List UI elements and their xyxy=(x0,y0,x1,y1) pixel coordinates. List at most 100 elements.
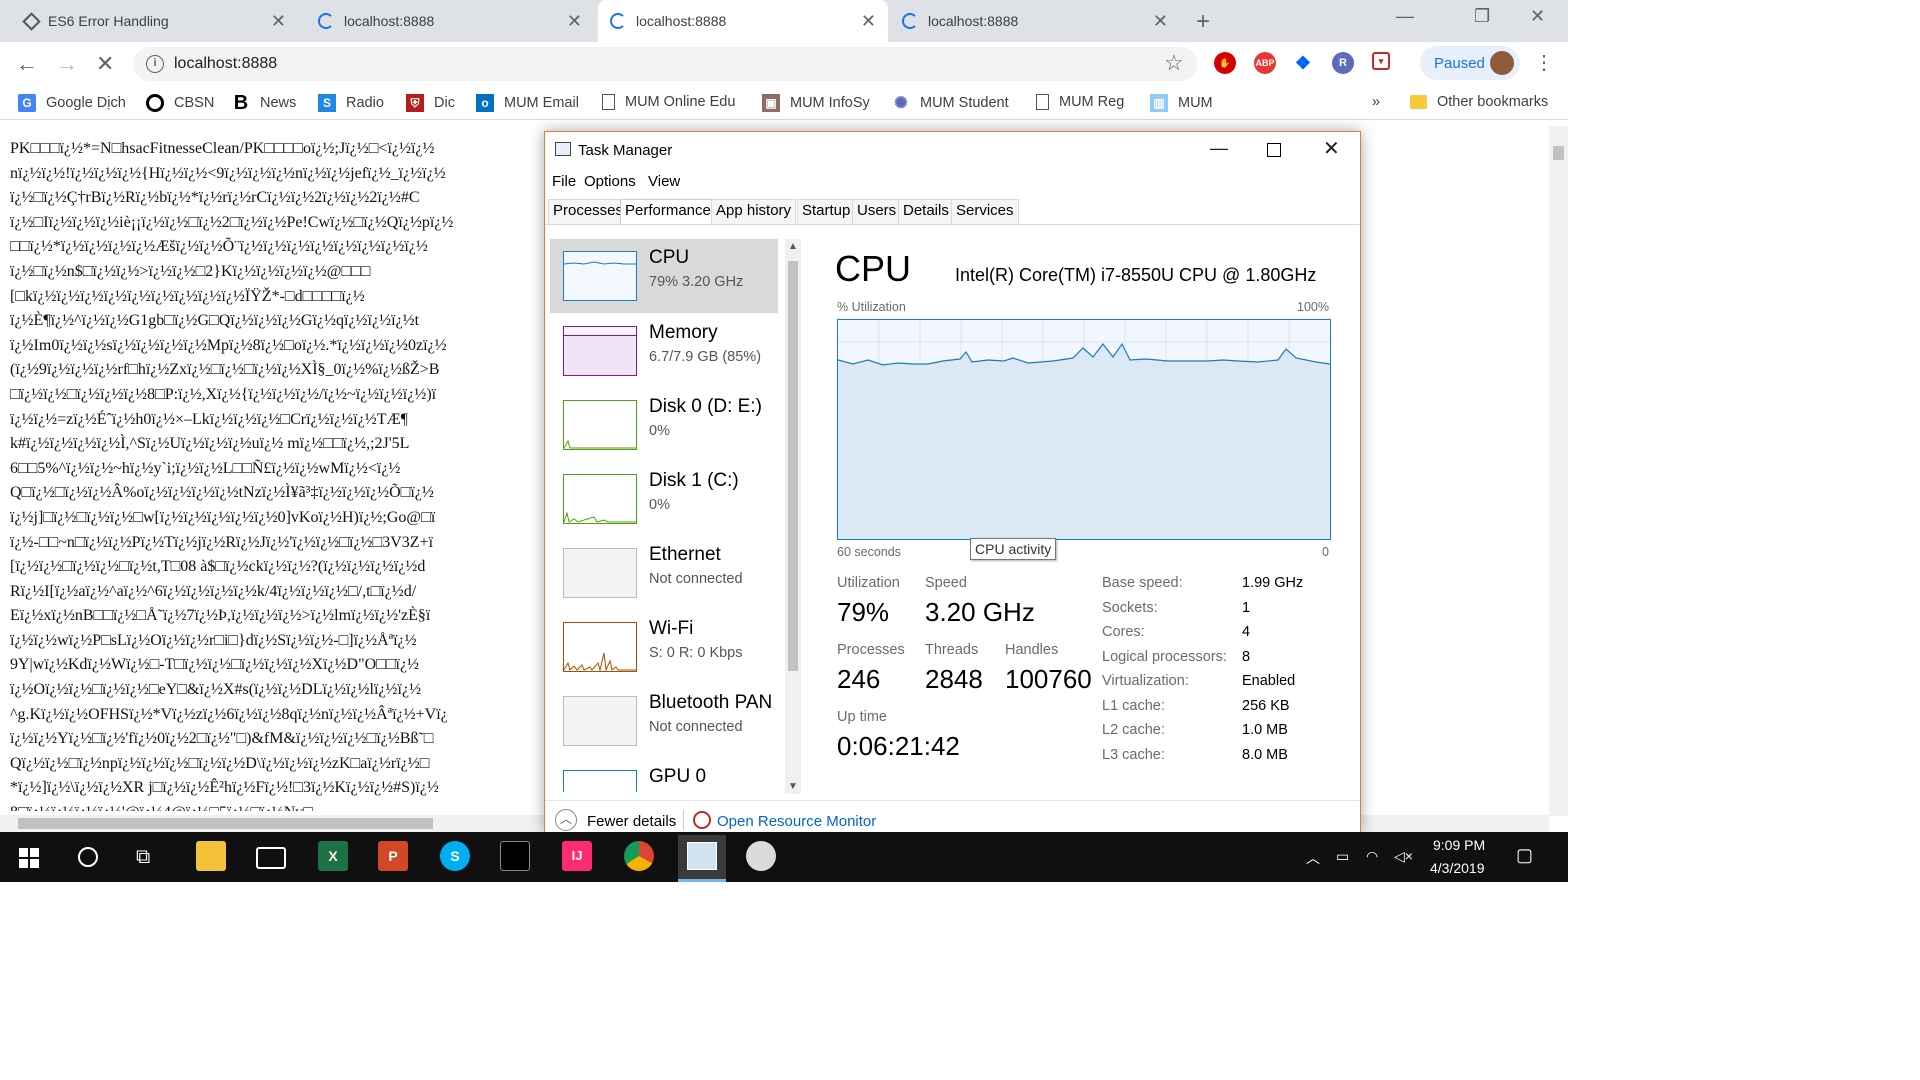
tab-app-history[interactable]: App history xyxy=(711,199,797,224)
stat-speed: 3.20 GHz xyxy=(925,597,1035,627)
wifi-icon[interactable]: ◠ xyxy=(1366,848,1378,865)
mail-icon[interactable] xyxy=(256,847,286,869)
minimize-icon[interactable]: — xyxy=(1396,6,1414,27)
tab-localhost-3[interactable]: localhost:8888 ✕ xyxy=(890,0,1180,42)
sidebar-item-disk1[interactable]: Disk 1 (C:) 0% xyxy=(550,462,778,536)
powerpoint-icon[interactable]: P xyxy=(378,841,408,871)
sidebar-scroll-thumb[interactable] xyxy=(788,261,798,671)
scroll-thumb[interactable] xyxy=(1553,146,1564,160)
memory-thumbnail xyxy=(563,326,637,376)
menu-options[interactable]: Options xyxy=(584,173,636,190)
task-manager-taskbar-button[interactable] xyxy=(678,835,726,882)
chevron-up-icon[interactable]: ︿ xyxy=(555,809,577,831)
volume-icon[interactable]: ◁× xyxy=(1394,848,1413,865)
pocket-icon[interactable]: ▾ xyxy=(1372,52,1390,70)
bookmark-other[interactable]: Other bookmarks xyxy=(1410,94,1548,110)
bookmark-mum-infosy[interactable]: ▣ MUM InfoSy xyxy=(762,94,870,112)
menu-kebab-icon[interactable]: ⋮ xyxy=(1534,50,1554,75)
back-icon[interactable]: ← xyxy=(16,51,38,77)
bookmark-radio[interactable]: S Radio xyxy=(318,94,384,112)
menu-file[interactable]: File xyxy=(552,173,576,190)
fewer-details-link[interactable]: Fewer details xyxy=(587,813,676,830)
chrome-icon[interactable] xyxy=(624,841,654,871)
close-tab-icon[interactable]: ✕ xyxy=(567,12,582,30)
battery-icon[interactable]: ▭ xyxy=(1336,848,1349,865)
restore-icon[interactable]: ❐ xyxy=(1474,6,1490,27)
paint-icon[interactable] xyxy=(746,841,776,871)
task-view-icon[interactable]: ⧉ xyxy=(136,846,150,869)
sidebar-item-gpu[interactable]: GPU 0 xyxy=(550,758,778,792)
spec-value: 1 xyxy=(1242,599,1251,616)
close-window-icon[interactable]: ✕ xyxy=(1530,6,1545,27)
sidebar-item-cpu[interactable]: CPU 79% 3.20 GHz xyxy=(550,239,778,313)
sidebar-item-disk0[interactable]: Disk 0 (D: E:) 0% xyxy=(550,388,778,462)
vertical-scrollbar[interactable] xyxy=(1549,126,1568,816)
avatar[interactable] xyxy=(1490,51,1514,75)
cortana-search-icon[interactable] xyxy=(78,847,98,867)
tab-localhost-active[interactable]: localhost:8888 ✕ xyxy=(598,0,888,42)
close-tab-icon[interactable]: ✕ xyxy=(861,12,876,30)
clock-date[interactable]: 4/3/2019 xyxy=(1430,860,1485,876)
tab-performance[interactable]: Performance xyxy=(620,199,716,224)
dictionary-crest-icon: ⛨ xyxy=(406,94,424,112)
sidebar-item-memory[interactable]: Memory 6.7/7.9 GB (85%) xyxy=(550,314,778,388)
scroll-thumb[interactable] xyxy=(18,818,433,829)
bookmark-news[interactable]: B News xyxy=(232,92,297,114)
maximize-icon[interactable] xyxy=(1267,143,1281,157)
info-icon[interactable]: i xyxy=(146,55,164,73)
spec-row: L2 cache: 1.0 MB xyxy=(1102,722,1342,744)
tab-es6[interactable]: ES6 Error Handling ✕ xyxy=(10,0,298,42)
tab-details[interactable]: Details xyxy=(898,199,954,224)
bookmark-star-icon[interactable]: ☆ xyxy=(1164,50,1184,76)
bookmark-mum-reg[interactable]: MUM Reg xyxy=(1036,94,1124,110)
tab-title: localhost:8888 xyxy=(636,13,727,29)
sidebar-item-wifi[interactable]: Wi-Fi S: 0 R: 0 Kbps xyxy=(550,610,778,684)
bookmark-google-dich[interactable]: G Google Dịch xyxy=(18,94,126,112)
file-explorer-icon[interactable] xyxy=(196,841,226,871)
bookmark-mum-online-edu[interactable]: MUM Online Edu xyxy=(602,94,735,110)
scroll-down-icon[interactable]: ▼ xyxy=(788,781,798,792)
sidebar-scrollbar[interactable]: ▲ ▼ xyxy=(785,239,801,794)
close-tab-icon[interactable]: ✕ xyxy=(271,12,286,30)
forward-icon[interactable]: → xyxy=(56,51,78,77)
close-tab-icon[interactable]: ✕ xyxy=(1153,12,1168,30)
skype-icon[interactable]: S xyxy=(440,841,470,871)
open-resource-monitor-link[interactable]: Open Resource Monitor xyxy=(717,813,876,830)
tab-startup[interactable]: Startup xyxy=(797,199,856,224)
tray-chevron-icon[interactable]: ︿ xyxy=(1306,848,1320,868)
extension-r-icon[interactable]: R xyxy=(1332,52,1354,74)
tab-localhost-1[interactable]: localhost:8888 ✕ xyxy=(306,0,594,42)
tab-users[interactable]: Users xyxy=(852,199,902,224)
sidebar-item-bluetooth[interactable]: Bluetooth PAN Not connected xyxy=(550,684,778,758)
bookmark-cbsn[interactable]: CBSN xyxy=(146,94,214,112)
extension-stop-icon[interactable]: ✋ xyxy=(1214,52,1236,74)
bookmark-mum-email[interactable]: o MUM Email xyxy=(476,94,579,112)
intellij-icon[interactable]: IJ xyxy=(562,841,592,871)
bookmark-dic[interactable]: ⛨ Dic xyxy=(406,94,455,112)
stat-uptime: 0:06:21:42 xyxy=(837,731,960,761)
minimize-icon[interactable]: — xyxy=(1210,138,1228,159)
sidebar-item-ethernet[interactable]: Ethernet Not connected xyxy=(550,536,778,610)
adblock-icon[interactable]: ABP xyxy=(1254,52,1276,74)
notifications-icon[interactable]: ▢ xyxy=(1516,845,1533,866)
dropbox-icon[interactable]: ❖ xyxy=(1292,52,1314,74)
bookmarks-overflow-button[interactable]: » xyxy=(1372,94,1380,110)
bookmark-mum[interactable]: ▥ MUM xyxy=(1150,94,1213,112)
stop-icon[interactable]: ✕ xyxy=(96,51,114,77)
tab-processes[interactable]: Processes xyxy=(548,199,629,224)
tab-title: localhost:8888 xyxy=(928,13,1019,29)
clock-time[interactable]: 9:09 PM xyxy=(1433,837,1485,853)
close-icon[interactable]: ✕ xyxy=(1323,136,1340,161)
tab-services[interactable]: Services xyxy=(951,199,1019,224)
graph-time-span: 60 seconds xyxy=(837,545,901,559)
new-tab-button[interactable]: + xyxy=(1196,8,1210,36)
scroll-up-icon[interactable]: ▲ xyxy=(788,241,798,252)
menu-view[interactable]: View xyxy=(648,173,680,190)
stat-threads: 2848 xyxy=(925,664,983,694)
loading-icon xyxy=(902,13,918,29)
terminal-icon[interactable] xyxy=(500,841,530,871)
excel-icon[interactable]: X xyxy=(318,841,348,871)
bookmark-mum-student[interactable]: ✺ MUM Student xyxy=(892,94,1008,112)
start-windows-icon[interactable] xyxy=(19,848,39,868)
address-bar[interactable] xyxy=(133,47,1198,81)
